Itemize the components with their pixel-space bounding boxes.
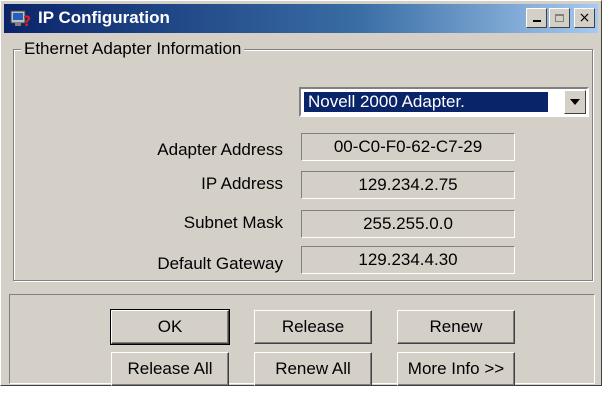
renew-button[interactable]: Renew xyxy=(397,310,515,344)
release-all-button[interactable]: Release All xyxy=(111,352,229,386)
ip-address-value: 129.234.2.75 xyxy=(301,171,515,199)
svg-text:?: ? xyxy=(23,14,31,30)
ip-configuration-window: ? IP Configuration × Ethernet Adapter In… xyxy=(0,0,602,386)
adapter-select-value: Novell 2000 Adapter. xyxy=(304,92,548,112)
ok-button[interactable]: OK xyxy=(110,309,230,345)
adapter-select[interactable]: Novell 2000 Adapter. xyxy=(299,87,589,117)
close-icon: × xyxy=(578,10,591,26)
subnet-mask-value: 255.255.0.0 xyxy=(301,210,515,238)
close-button[interactable]: × xyxy=(574,8,595,28)
chevron-down-icon xyxy=(570,99,580,105)
dropdown-arrow-button[interactable] xyxy=(564,90,586,114)
more-info-button[interactable]: More Info >> xyxy=(397,352,515,386)
adapter-address-label: Adapter Address xyxy=(157,140,283,159)
minimize-button[interactable] xyxy=(526,8,547,28)
adapter-address-value: 00-C0-F0-62-C7-29 xyxy=(301,133,515,161)
ip-config-app-icon: ? xyxy=(10,10,31,30)
ip-address-label: IP Address xyxy=(201,174,283,193)
minimize-icon xyxy=(532,20,541,22)
group-label: Ethernet Adapter Information xyxy=(21,39,245,59)
renew-all-button[interactable]: Renew All xyxy=(254,352,372,386)
window-title: IP Configuration xyxy=(38,8,170,27)
release-button[interactable]: Release xyxy=(254,310,372,344)
default-gateway-value: 129.234.4.30 xyxy=(301,246,515,274)
maximize-icon xyxy=(555,14,564,22)
default-gateway-label: Default Gateway xyxy=(157,254,283,273)
title-bar[interactable]: ? IP Configuration × xyxy=(4,4,598,33)
maximize-button[interactable] xyxy=(549,8,570,28)
subnet-mask-label: Subnet Mask xyxy=(183,213,283,232)
